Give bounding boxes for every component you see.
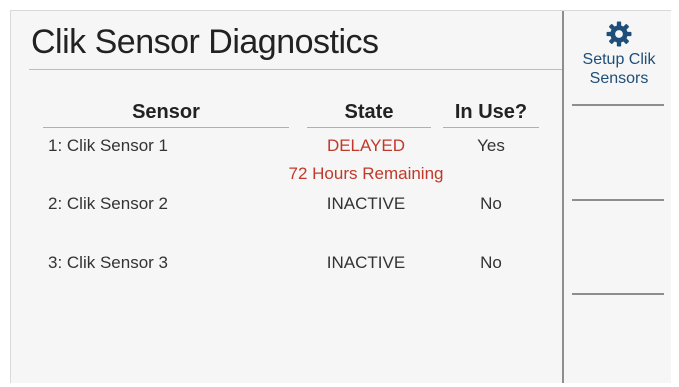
in-use-value: No (480, 194, 502, 213)
column-header-rule (307, 127, 431, 128)
column-header-state: State (344, 101, 394, 123)
sensor-state: DELAYED 72 Hours Remaining (261, 136, 471, 184)
table-row: 1: Clik Sensor 1 DELAYED 72 Hours Remain… (11, 136, 551, 186)
column-header-in-use: In Use? (454, 101, 528, 123)
table-row: 3: Clik Sensor 3 INACTIVE No (11, 253, 551, 303)
title-divider (29, 69, 563, 70)
gear-icon (606, 21, 632, 47)
sensor-state: INACTIVE (326, 253, 406, 272)
column-header-rule (43, 127, 289, 128)
setup-button-label-line2: Sensors (589, 70, 649, 87)
sensor-name: 2: Clik Sensor 2 (48, 194, 168, 213)
table-row: 2: Clik Sensor 2 INACTIVE No (11, 194, 551, 244)
column-header-rule (443, 127, 539, 128)
sidebar-divider (562, 11, 564, 383)
sidebar-button-4[interactable] (567, 296, 671, 382)
sidebar-button-2[interactable] (567, 107, 671, 197)
sensor-state: INACTIVE (326, 194, 406, 213)
column-header-sensor: Sensor (132, 101, 200, 123)
state-detail: 72 Hours Remaining (288, 164, 444, 183)
setup-button-label-line1: Setup Clik (582, 51, 656, 68)
sensor-name: 3: Clik Sensor 3 (48, 253, 168, 272)
sidebar-button-rule (572, 293, 664, 295)
in-use-value: No (480, 253, 502, 272)
in-use-value: Yes (477, 136, 505, 155)
setup-button-label: Setup Clik Sensors (583, 50, 656, 88)
diagnostics-screen: Clik Sensor Diagnostics Sensor State In … (10, 10, 671, 383)
state-value: DELAYED (326, 136, 406, 155)
sidebar-button-rule (572, 104, 664, 106)
page-title: Clik Sensor Diagnostics (31, 23, 379, 61)
setup-clik-sensors-button[interactable]: Setup Clik Sensors (567, 11, 671, 101)
sidebar-button-3[interactable] (567, 202, 671, 292)
sidebar-button-rule (572, 199, 664, 201)
sensor-name: 1: Clik Sensor 1 (48, 136, 168, 155)
